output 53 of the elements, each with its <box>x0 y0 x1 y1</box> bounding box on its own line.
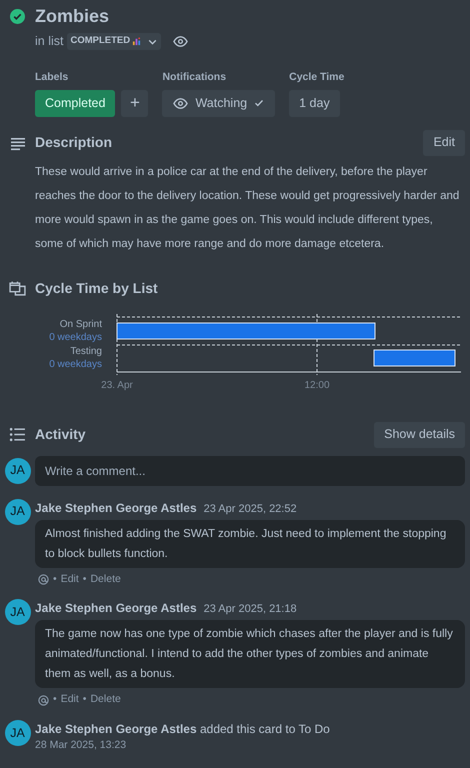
edit-button[interactable]: Edit <box>423 130 465 156</box>
field-heading: Labels <box>35 70 70 85</box>
cycle-time-button[interactable]: 1 day <box>289 90 340 116</box>
category-label: Testing <box>70 346 102 356</box>
add-label-button[interactable]: + <box>121 90 148 116</box>
bullet-separator: • <box>82 692 86 708</box>
watch-button[interactable]: Watching <box>162 90 276 116</box>
activity-text: added this card to To Do <box>200 722 330 736</box>
duration-label: 0 weekdays <box>49 332 102 342</box>
section-title: Activity <box>35 425 87 444</box>
field-heading: Cycle Time <box>289 70 344 85</box>
reaction-icon[interactable] <box>38 574 49 585</box>
label-chip[interactable]: Completed <box>35 90 116 116</box>
axis-tick-label: 12:00 <box>304 380 330 390</box>
activity-timestamp: 28 Mar 2025, 13:23 <box>35 738 128 753</box>
description-text: These would arrive in a police car at the end of the delivery, before the player reaches the door to the delivery location. These would get progressively harder and more would spawn in as the game goes on. This would include different types, some of which may have more range and do more damage etcetera. <box>34 164 460 252</box>
activity-list-icon <box>9 426 26 443</box>
comment-timestamp: 23 Apr 2025, 22:52 <box>204 502 297 516</box>
axis-tick-label: 23. Apr <box>101 380 133 390</box>
list-label: in list <box>35 33 64 50</box>
eye-icon <box>173 96 188 110</box>
user-avatar: JA <box>4 498 30 524</box>
calendar-icon <box>9 280 26 297</box>
card-title: Zombies <box>35 5 110 28</box>
reaction-icon[interactable] <box>38 694 49 706</box>
author-name: Jake Stephen George Astles <box>35 500 197 516</box>
comment-action-link[interactable]: Delete <box>90 692 121 708</box>
section-title: Description <box>35 133 114 152</box>
show-details-button[interactable]: Show details <box>374 422 465 448</box>
duration-label: 0 weekdays <box>49 358 102 370</box>
comment-action-link[interactable]: Edit <box>60 572 79 588</box>
comment-bubble: The game now has one type of zombie which chases after the player and is fully animated/functional. I intend to add the other types of zombies and animate them as well, as a bonus. <box>35 620 465 688</box>
check-icon <box>254 98 264 108</box>
section-title: Cycle Time by List <box>35 279 159 298</box>
bullet-separator: • <box>53 692 57 708</box>
comment-field[interactable]: Write a comment... <box>35 456 465 486</box>
eye-icon[interactable] <box>173 34 188 49</box>
user-avatar: JA <box>4 458 30 484</box>
author-name: Jake Stephen George Astles <box>35 722 197 736</box>
field-heading: Notifications <box>162 70 228 85</box>
bullet-separator: • <box>53 572 57 586</box>
comment-action-link[interactable]: Delete <box>90 572 121 588</box>
comment-bubble: Almost finished adding the SWAT zombie. Just need to implement the stopping to block bullets function. <box>35 520 465 568</box>
completed-check-icon[interactable] <box>10 9 25 24</box>
category-label: On Sprint <box>60 318 102 330</box>
user-avatar: JA <box>4 720 30 746</box>
user-avatar: JA <box>4 599 30 626</box>
confetti-icon <box>132 36 142 46</box>
bullet-separator: • <box>82 572 86 586</box>
author-name: Jake Stephen George Astles <box>35 600 197 618</box>
comment-action-link[interactable]: Edit <box>60 692 79 708</box>
list-dropdown[interactable]: COMPLETED <box>67 32 162 50</box>
comment-timestamp: 23 Apr 2025, 21:18 <box>204 602 297 618</box>
